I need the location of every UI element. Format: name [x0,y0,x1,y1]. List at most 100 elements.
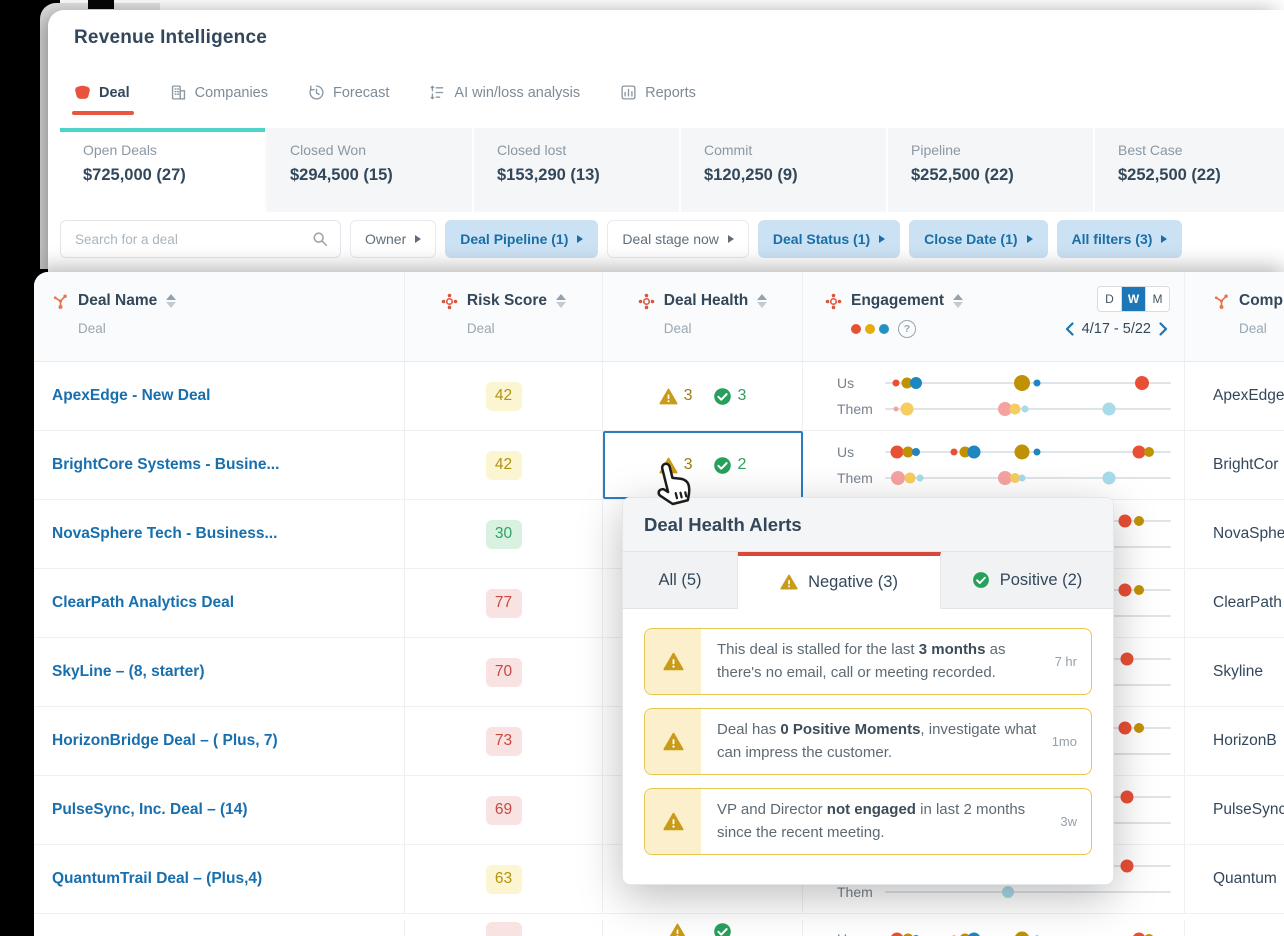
alert-text: Deal has 0 Positive Moments, investigate… [701,709,1052,774]
toggle-d[interactable]: D [1098,287,1121,311]
filter-label: All filters (3) [1072,231,1153,247]
chevron-left-icon[interactable] [1065,322,1074,336]
company-name: Skyline [1213,663,1263,681]
tab-forecast[interactable]: Forecast [308,84,389,101]
engagement-timeline [885,373,1171,393]
deal-name-link[interactable]: SkyLine – (8, starter) [52,663,204,681]
company-name: ApexEdge [1213,387,1284,405]
sort-icon[interactable] [757,294,767,308]
engagement-dot-gold [1134,585,1144,595]
negative-alerts-count: 3 [659,387,693,406]
risk-score-cell: 42 [405,431,603,499]
engagement-cell: Us Them [803,362,1185,430]
toggle-w[interactable]: W [1121,287,1145,311]
filter-label: Owner [365,231,406,247]
engagement-dot-lblue [1002,886,1014,898]
summary-card-pipeline[interactable]: Pipeline$252,500 (22) [888,128,1093,212]
engagement-dot-red [1119,722,1132,735]
tab-label: Companies [195,85,268,101]
card-label: Commit [704,142,886,158]
deal-name-link[interactable]: NovaSphere Tech - Business... [52,525,277,543]
chevron-right-icon[interactable] [1159,322,1168,336]
deal-name-link[interactable]: ApexEdge - New Deal [52,387,211,405]
company-cell: Skyline [1185,638,1284,706]
engagement-dot-gold [1134,723,1144,733]
summary-card-commit[interactable]: Commit$120,250 (9) [681,128,886,212]
engagement-them-label: Them [803,401,885,417]
card-value: $294,500 (15) [290,166,472,185]
column-header-company[interactable]: Comp Deal [1185,272,1284,361]
column-sublabel: Deal [467,321,566,336]
popup-tab-all-5[interactable]: All (5) [623,552,738,609]
page-title: Revenue Intelligence [74,27,267,49]
toggle-m[interactable]: M [1145,287,1169,311]
filter-deal-stage-now[interactable]: Deal stage now [607,220,749,258]
sort-icon[interactable] [953,294,963,308]
engagement-dot-red [1119,584,1132,597]
column-header-deal-health[interactable]: Deal Health Deal [603,272,803,361]
sort-icon[interactable] [556,294,566,308]
alert-item[interactable]: Deal has 0 Positive Moments, investigate… [644,708,1092,775]
engagement-dot-blue [967,932,980,936]
engagement-dot-blue [1034,449,1041,456]
deal-name-link[interactable]: QuantumTrail Deal – (Plus,4) [52,870,262,888]
caret-right-icon [577,235,583,243]
table-row: Us [34,914,1284,936]
column-header-deal-name[interactable]: Deal Name Deal [34,272,405,361]
deal-name-link[interactable]: HorizonBridge Deal – ( Plus, 7) [52,732,278,750]
help-icon[interactable]: ? [898,320,916,338]
reports-icon [620,84,637,101]
risk-score-cell [405,920,603,936]
summary-card-closed-lost[interactable]: Closed lost$153,290 (13) [474,128,679,212]
filter-all-filters-3[interactable]: All filters (3) [1057,220,1183,258]
alert-warning-strip [645,709,701,774]
engagement-us-label: Us [803,444,885,460]
caret-right-icon [415,235,421,243]
card-value: $252,500 (22) [1118,166,1284,185]
positive-alerts-count: 2 [713,456,747,475]
deal-health-cell[interactable]: 33 [603,362,803,430]
summary-card-open-deals[interactable]: Open Deals$725,000 (27) [60,128,265,212]
deal-name-link[interactable]: BrightCore Systems - Busine... [52,456,279,474]
summary-card-closed-won[interactable]: Closed Won$294,500 (15) [267,128,472,212]
tab-reports[interactable]: Reports [620,84,696,101]
card-label: Open Deals [83,142,265,158]
filter-deal-status-1[interactable]: Deal Status (1) [758,220,900,258]
company-cell: BrightCor [1185,431,1284,499]
sort-icon[interactable] [166,294,176,308]
alert-text: This deal is stalled for the last 3 mont… [701,629,1055,694]
deal-health-cell[interactable] [603,920,803,936]
deal-name-link[interactable]: ClearPath Analytics Deal [52,594,234,612]
engagement-us-label: Us [803,375,885,391]
popup-tab-positive-2[interactable]: Positive (2) [941,552,1113,609]
engagement-them-line: Them [803,398,1184,421]
tab-deal[interactable]: Deal [74,85,130,101]
popup-tab-negative-3[interactable]: Negative (3) [738,552,941,609]
table-row: ApexEdge - New Deal 42 33Us Them ApexEdge [34,362,1284,431]
alert-warning-strip [645,629,701,694]
tab-label: Deal [99,85,130,101]
risk-score-badge [486,922,522,936]
deal-name-link[interactable]: PulseSync, Inc. Deal – (14) [52,801,248,819]
main-nav: Deal Companies Forecast AI win/loss analysi… [74,84,696,101]
risk-score-badge: 42 [486,382,522,411]
search-input[interactable] [73,231,304,248]
deal-name-cell: NovaSphere Tech - Business... [34,500,405,568]
risk-score-cell: 69 [405,776,603,844]
filter-close-date-1[interactable]: Close Date (1) [909,220,1047,258]
company-cell: HorizonB [1185,707,1284,775]
popup-title: Deal Health Alerts [644,514,802,536]
filter-owner[interactable]: Owner [350,220,436,258]
filter-deal-pipeline-1[interactable]: Deal Pipeline (1) [445,220,598,258]
alert-item[interactable]: VP and Director not engaged in last 2 mo… [644,788,1092,855]
warning-icon [780,573,798,591]
company-cell: ApexEdge [1185,362,1284,430]
summary-card-best-case[interactable]: Best Case$252,500 (22) [1095,128,1284,212]
tab-companies[interactable]: Companies [170,84,268,101]
engagement-us-line: Us [803,927,1184,936]
column-header-risk-score[interactable]: Risk Score Deal [405,272,603,361]
alert-item[interactable]: This deal is stalled for the last 3 mont… [644,628,1092,695]
column-header-engagement[interactable]: Engagement ? DWM 4/17 - 5/22 [803,272,1185,361]
tab-ai[interactable]: AI win/loss analysis [429,84,580,101]
deal-health-cell[interactable]: 32 [603,431,803,499]
